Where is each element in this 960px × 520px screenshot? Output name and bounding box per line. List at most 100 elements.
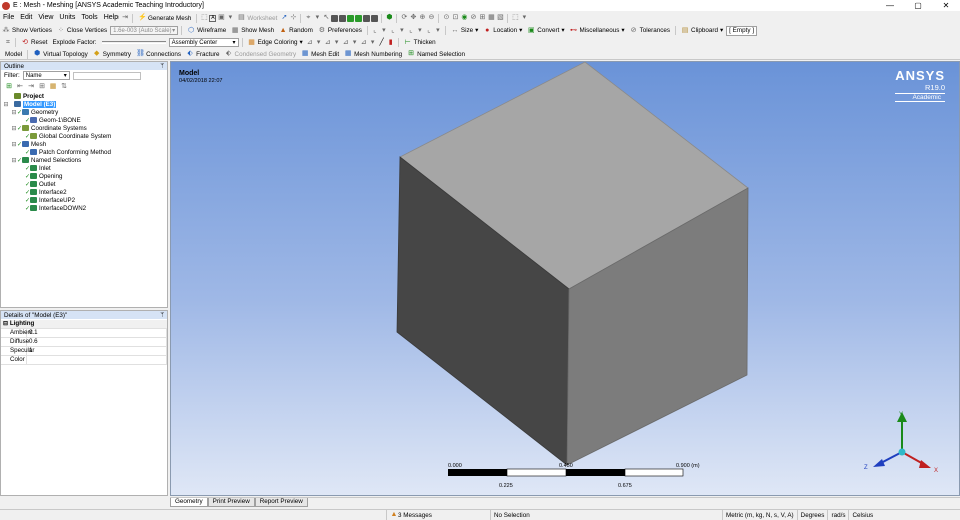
filter-input[interactable] bbox=[72, 71, 141, 80]
show-mesh-button[interactable]: ▦ Show Mesh bbox=[229, 26, 276, 36]
edge-dropdown-4-icon[interactable]: ▾ bbox=[434, 27, 442, 35]
rotate-icon[interactable]: ⟳ bbox=[400, 14, 408, 22]
expand-select-icon[interactable] bbox=[371, 14, 379, 22]
thicken-button[interactable]: ⊢ Thicken bbox=[402, 38, 438, 48]
restore-button[interactable]: ▢ bbox=[904, 1, 932, 10]
tree-node[interactable]: ✓ Outlet bbox=[3, 180, 167, 188]
thin-line-icon[interactable]: ╱ bbox=[378, 39, 386, 47]
clipboard-button[interactable]: ▤ Clipboard ▾ bbox=[679, 26, 725, 36]
size-button[interactable]: ↔ Size ▾ bbox=[449, 26, 480, 36]
show-vertices-button[interactable]: ⁂ Show Vertices bbox=[0, 26, 54, 36]
thick-line-icon[interactable]: ▮ bbox=[387, 39, 395, 47]
viewports-dropdown-icon[interactable]: ▾ bbox=[520, 14, 528, 22]
zoom-icon[interactable]: ⊕ bbox=[418, 14, 426, 22]
assembly-center-combo[interactable]: Assembly Center ▾ bbox=[168, 38, 239, 47]
degrees-status[interactable]: Degrees bbox=[796, 510, 828, 520]
scale-combo[interactable]: 1.6e-003 (Auto Scale) ▾ bbox=[110, 26, 179, 35]
collapse-icon[interactable]: ⊟ bbox=[3, 101, 9, 108]
geometry-cube[interactable] bbox=[171, 62, 960, 496]
edge-direction-icon[interactable]: ⌞ bbox=[371, 27, 379, 35]
tree-node-label[interactable]: Interface2 bbox=[39, 189, 67, 196]
tree-node[interactable]: ✓ Opening bbox=[3, 172, 167, 180]
filter-icon[interactable]: ⊞ bbox=[5, 83, 13, 91]
pointer-icon[interactable]: ➚ bbox=[280, 14, 288, 22]
axis-triad[interactable]: Y X Z bbox=[861, 410, 941, 490]
tree-node-label[interactable]: Coordinate Systems bbox=[31, 125, 87, 132]
previous-view-icon[interactable]: ⊘ bbox=[469, 14, 477, 22]
tree-node[interactable]: ✓ Patch Conforming Method bbox=[3, 148, 167, 156]
edge-display-4-icon[interactable]: ⊿ bbox=[360, 39, 368, 47]
expand-all-icon[interactable]: ⊞ bbox=[38, 83, 46, 91]
tree-node-label[interactable]: Global Coordinate System bbox=[39, 133, 111, 140]
random-button[interactable]: ▲ Random bbox=[277, 26, 315, 36]
tree-node-label[interactable]: InterfaceDOWN2 bbox=[39, 205, 86, 212]
miscellaneous-button[interactable]: ⊷ Miscellaneous ▾ bbox=[568, 26, 627, 36]
tree-node[interactable]: ⊟ ✓ Named Selections bbox=[3, 156, 167, 164]
edge-style-icon[interactable]: ⌞ bbox=[389, 27, 397, 35]
vertex-select-icon[interactable]: ▾ bbox=[313, 14, 321, 22]
tree-node[interactable]: Project bbox=[3, 92, 167, 100]
explode-factor-slider[interactable] bbox=[101, 41, 166, 44]
edge-select-icon[interactable]: ↖ bbox=[322, 14, 330, 22]
minimize-button[interactable]: — bbox=[876, 1, 904, 10]
node-select-icon[interactable] bbox=[347, 14, 355, 22]
tree-node[interactable]: ⊟ ✓ Mesh bbox=[3, 140, 167, 148]
messages-status[interactable]: ▲ 3 Messages bbox=[386, 510, 490, 520]
rad-status[interactable]: rad/s bbox=[827, 510, 848, 520]
tree-node-label[interactable]: Named Selections bbox=[31, 157, 81, 164]
celsius-status[interactable]: Celsius bbox=[848, 510, 876, 520]
tree-node[interactable]: ✓ InterfaceUP2 bbox=[3, 196, 167, 204]
text-icon[interactable]: A bbox=[209, 14, 217, 22]
select-all-icon[interactable]: ⬢ bbox=[385, 14, 393, 22]
sort-icon[interactable]: ⇅ bbox=[60, 83, 68, 91]
condensed-geometry-button[interactable]: ⬖ Condensed Geometry bbox=[223, 49, 299, 59]
magnifier-icon[interactable]: ◉ bbox=[460, 14, 468, 22]
new-section-icon[interactable]: ▭ bbox=[112, 14, 120, 22]
insert-icon[interactable]: ⇥ bbox=[121, 14, 129, 22]
named-selection-button[interactable]: ⊞ Named Selection bbox=[405, 49, 467, 59]
edge-display-3-dropdown-icon[interactable]: ▾ bbox=[351, 39, 359, 47]
tree-node-label[interactable]: Opening bbox=[39, 173, 62, 180]
tree-node-label[interactable]: InterfaceUP2 bbox=[39, 197, 75, 204]
details-row-specular[interactable]: Specular 1 bbox=[1, 347, 167, 356]
next-view-icon[interactable]: ⊞ bbox=[478, 14, 486, 22]
collapse-icon[interactable]: ⇤ bbox=[16, 83, 24, 91]
tree-node-label[interactable]: Patch Conforming Method bbox=[39, 149, 111, 156]
tree-node[interactable]: ✓ InterfaceDOWN2 bbox=[3, 204, 167, 212]
edge-dropdown-3-icon[interactable]: ▾ bbox=[416, 27, 424, 35]
tab-geometry[interactable]: Geometry bbox=[170, 498, 208, 507]
face-select-icon[interactable] bbox=[331, 14, 339, 22]
preview-icon[interactable]: ⬚ bbox=[200, 14, 208, 22]
graphics-viewport[interactable]: Model 04/02/2018 22:07 ANSYS R19.0 Acade… bbox=[170, 61, 960, 496]
tree-node-label[interactable]: Outlet bbox=[39, 181, 56, 188]
pan-icon[interactable]: ✥ bbox=[409, 14, 417, 22]
tree-node-label[interactable]: Geom-1\BONE bbox=[39, 117, 81, 124]
edge-display-1-dropdown-icon[interactable]: ▾ bbox=[315, 39, 323, 47]
mesh-edit-button[interactable]: ▦ Mesh Edit bbox=[299, 49, 341, 59]
mesh-numbering-button[interactable]: ▦ Mesh Numbering bbox=[342, 49, 404, 59]
generate-mesh-button[interactable]: ⚡ Generate Mesh bbox=[136, 13, 193, 23]
edge-display-1-icon[interactable]: ⊿ bbox=[306, 39, 314, 47]
reset-button[interactable]: ⟲ Reset bbox=[19, 38, 49, 48]
close-button[interactable]: ✕ bbox=[932, 1, 960, 10]
tree-node[interactable]: ⊟ ✓ Coordinate Systems bbox=[3, 124, 167, 132]
edge-mesh-icon[interactable]: ⌞ bbox=[425, 27, 433, 35]
pin-icon[interactable]: ᛘ bbox=[160, 312, 164, 319]
preferences-button[interactable]: ⚙ Preferences bbox=[316, 26, 364, 36]
units-status[interactable]: Metric (m, kg, N, s, V, A) bbox=[722, 510, 797, 520]
menu-file[interactable]: File bbox=[0, 14, 17, 21]
edge-dropdown-2-icon[interactable]: ▾ bbox=[398, 27, 406, 35]
details-row-color[interactable]: Color bbox=[1, 356, 167, 365]
set-view-icon[interactable]: ▧ bbox=[496, 14, 504, 22]
edge-dropdown-1-icon[interactable]: ▾ bbox=[380, 27, 388, 35]
menu-view[interactable]: View bbox=[35, 14, 56, 21]
details-row-diffuse[interactable]: Diffuse 0.6 bbox=[1, 338, 167, 347]
tree-node-label[interactable]: Inlet bbox=[39, 165, 51, 172]
box-zoom-icon[interactable]: ⊖ bbox=[427, 14, 435, 22]
menu-edit[interactable]: Edit bbox=[17, 14, 35, 21]
menu-units[interactable]: Units bbox=[56, 14, 78, 21]
details-category[interactable]: ⊟ Lighting bbox=[1, 320, 167, 329]
tab-print-preview[interactable]: Print Preview bbox=[207, 498, 255, 507]
pin-icon[interactable]: ᛘ bbox=[160, 63, 164, 70]
edge-display-4-dropdown-icon[interactable]: ▾ bbox=[369, 39, 377, 47]
